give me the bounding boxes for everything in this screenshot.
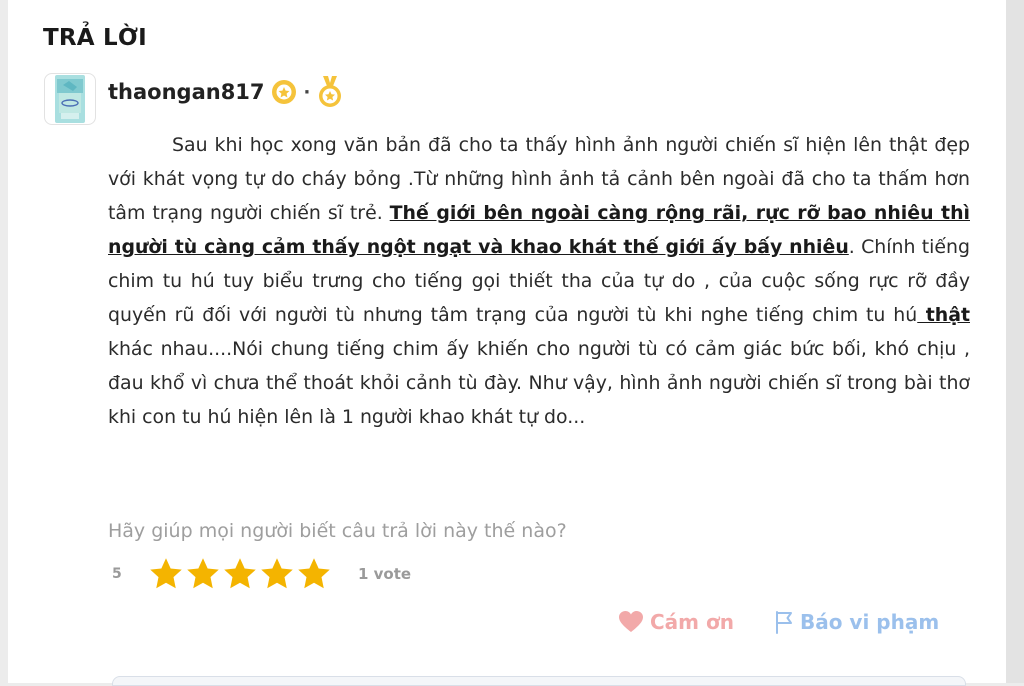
star-icon[interactable] <box>296 556 332 592</box>
rating-row: 5 1 vote <box>112 556 411 592</box>
star-icon[interactable] <box>259 556 295 592</box>
answer-text: Sau khi học xong văn bản đã cho ta thấy … <box>108 128 970 434</box>
medal-icon <box>319 76 342 107</box>
rating-value: 5 <box>112 566 122 582</box>
star-rating[interactable] <box>148 556 332 592</box>
rating-prompt: Hãy giúp mọi người biết câu trả lời này … <box>108 520 567 542</box>
answer-text-part: khác nhau....Nói chung tiếng chim ấy khi… <box>108 338 970 428</box>
thanks-label: Cám ơn <box>650 610 734 634</box>
answer-actions: Cám ơn Báo vi phạm <box>618 604 939 640</box>
star-icon[interactable] <box>185 556 221 592</box>
heart-icon <box>619 611 643 632</box>
section-heading: TRẢ LỜI <box>43 25 147 51</box>
report-button[interactable]: Báo vi phạm <box>774 610 939 634</box>
flag-icon <box>775 611 792 634</box>
avatar-image <box>55 75 85 123</box>
thanks-button[interactable]: Cám ơn <box>618 610 734 634</box>
page-scroll-gutter <box>1006 0 1024 683</box>
star-icon[interactable] <box>222 556 258 592</box>
report-label: Báo vi phạm <box>799 610 940 634</box>
separator: · <box>303 81 311 103</box>
avatar[interactable] <box>44 73 96 125</box>
username[interactable]: thaongan817 <box>108 80 265 104</box>
answer-highlight: thật <box>917 304 970 326</box>
user-info: thaongan817 · <box>108 75 343 109</box>
next-card-edge <box>112 676 966 686</box>
vote-count: 1 vote <box>358 565 412 583</box>
star-icon[interactable] <box>148 556 184 592</box>
gold-badge-icon <box>271 80 296 104</box>
